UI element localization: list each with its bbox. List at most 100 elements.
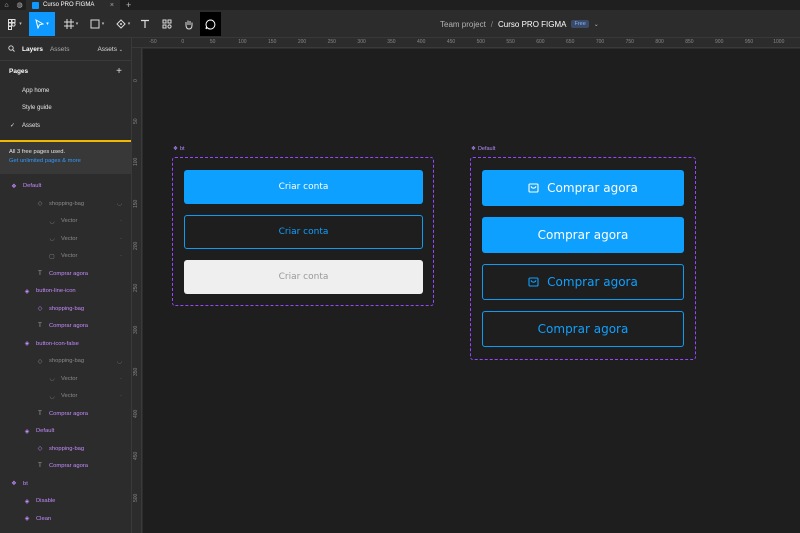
- comprar-agora-fill-icon-button[interactable]: Comprar agora: [482, 170, 684, 206]
- text-t-icon: [141, 19, 149, 28]
- layer-label: Comprar agora: [49, 410, 88, 417]
- resources-button[interactable]: [158, 12, 176, 36]
- ruler-tick-label: 50: [133, 118, 139, 124]
- layer-row[interactable]: T Comprar agora: [0, 458, 131, 476]
- button-label: Comprar agora: [537, 228, 629, 242]
- hand-tool-button[interactable]: [180, 12, 198, 36]
- bt-frame-name: bt: [179, 146, 185, 152]
- chevron-down-icon: ⌄: [118, 46, 123, 53]
- layer-row[interactable]: ▢ Vector ·: [0, 248, 131, 266]
- page-item[interactable]: ✓ Assets: [0, 117, 131, 135]
- horizontal-ruler: -50 0 50 100 150 200 250 300 350 400 450 500 550 600 6…: [132, 38, 800, 48]
- layer-visibility-icon[interactable]: ·: [120, 376, 122, 382]
- ruler-tick-label: 1000: [773, 39, 785, 45]
- layer-visibility-icon[interactable]: ◡: [117, 358, 122, 365]
- tab-assets[interactable]: Assets: [50, 46, 70, 53]
- ruler-tick-label: 800: [655, 39, 664, 45]
- ruler-tick-label: 0: [181, 39, 185, 45]
- ruler-tick-label: 450: [133, 451, 139, 460]
- breadcrumb-team[interactable]: Team project: [440, 20, 486, 29]
- comprar-agora-line-button[interactable]: Comprar agora: [482, 311, 684, 347]
- ruler-tick-label: 900: [715, 39, 724, 45]
- comprar-agora-line-icon-button[interactable]: Comprar agora: [482, 264, 684, 300]
- layer-row[interactable]: ◡ Vector ·: [0, 370, 131, 388]
- bt-frame-label[interactable]: ❖ bt: [173, 146, 185, 152]
- page-item[interactable]: Style guide: [0, 100, 131, 118]
- comprar-agora-fill-button[interactable]: Comprar agora: [482, 217, 684, 253]
- resources-grid-icon: [162, 19, 172, 29]
- criar-conta-line-button[interactable]: Criar conta: [184, 215, 423, 249]
- layer-visibility-icon[interactable]: ·: [120, 253, 122, 259]
- layer-label: Disable: [36, 498, 56, 505]
- move-tool-button[interactable]: ▾: [29, 12, 55, 36]
- chevron-down-icon[interactable]: ⌄: [594, 21, 599, 28]
- button-label: Criar conta: [278, 272, 329, 282]
- vector-icon: ◡: [49, 376, 55, 383]
- layer-row[interactable]: ◇ shopping-bag ◡: [0, 353, 131, 371]
- layer-row[interactable]: ◈ button-icon-false: [0, 335, 131, 353]
- home-icon[interactable]: ⌂: [0, 0, 13, 10]
- vector-icon: ◡: [49, 218, 55, 225]
- shopping-bag-icon: [528, 181, 539, 196]
- frame-tool-button[interactable]: ▾: [59, 12, 83, 36]
- layer-row[interactable]: ◡ Vector ·: [0, 230, 131, 248]
- default-frame-label[interactable]: ❖ Default: [471, 146, 495, 152]
- layer-visibility-icon[interactable]: ·: [120, 218, 122, 224]
- chevron-down-icon: ▾: [19, 21, 22, 27]
- file-tab-close-icon[interactable]: ×: [110, 2, 114, 9]
- assets-dropdown[interactable]: Assets ⌄: [97, 46, 123, 53]
- comment-tool-button[interactable]: [200, 12, 221, 36]
- pen-tool-button[interactable]: ▾: [111, 12, 135, 36]
- layer-visibility-icon[interactable]: ·: [120, 393, 122, 399]
- design-canvas[interactable]: ❖ bt Criar conta Criar conta Criar conta…: [143, 49, 800, 533]
- layer-row[interactable]: T Comprar agora: [0, 265, 131, 283]
- figma-menu-button[interactable]: ▾: [4, 12, 26, 36]
- upgrade-link[interactable]: Get unlimited pages & more: [9, 157, 122, 166]
- file-tab[interactable]: Curso PRO FIGMA ×: [26, 0, 120, 10]
- layer-row[interactable]: ◈ Default: [0, 423, 131, 441]
- layer-label: Comprar agora: [49, 463, 88, 470]
- shape-tool-button[interactable]: ▾: [85, 12, 109, 36]
- globe-icon[interactable]: ◍: [13, 0, 26, 10]
- layer-row[interactable]: TCriar conta: [0, 528, 131, 533]
- component-set-icon: ❖: [11, 481, 17, 488]
- layer-row[interactable]: ◇ shopping-bag: [0, 440, 131, 458]
- layer-row[interactable]: ◈ button-line-icon: [0, 283, 131, 301]
- layer-row[interactable]: ◈ Clean: [0, 510, 131, 528]
- criar-conta-disabled-button[interactable]: Criar conta: [184, 260, 423, 294]
- layer-row[interactable]: ◡ Vector ·: [0, 388, 131, 406]
- tab-layers[interactable]: Layers: [22, 46, 43, 53]
- ruler-tick-label: 500: [133, 493, 139, 502]
- criar-conta-fill-button[interactable]: Criar conta: [184, 170, 423, 204]
- default-component-set[interactable]: Comprar agora Comprar agora Comprar agor…: [470, 157, 696, 360]
- layer-row[interactable]: ◇ shopping-bag ◡: [0, 195, 131, 213]
- layer-label: button-icon-false: [36, 340, 79, 347]
- pages-limit-banner: All 3 free pages used. Get unlimited pag…: [0, 139, 131, 174]
- layer-row[interactable]: ◡ Vector ·: [0, 213, 131, 231]
- layer-row[interactable]: ◇ shopping-bag: [0, 300, 131, 318]
- layer-row[interactable]: ◈ Disable: [0, 493, 131, 511]
- layer-label: Comprar agora: [49, 323, 88, 330]
- search-icon[interactable]: [8, 44, 15, 54]
- ruler-tick-label: 150: [133, 199, 139, 208]
- new-tab-button[interactable]: +: [126, 0, 131, 10]
- rectangle-layer-icon: ▢: [49, 253, 55, 260]
- checkmark-icon: ✓: [10, 123, 16, 130]
- text-tool-button[interactable]: [137, 12, 153, 36]
- ruler-tick-label: 400: [133, 409, 139, 418]
- layer-row[interactable]: T Comprar agora: [0, 318, 131, 336]
- page-item[interactable]: App home: [0, 82, 131, 100]
- breadcrumb-file-name[interactable]: Curso PRO FIGMA: [498, 20, 566, 29]
- bt-component-set[interactable]: Criar conta Criar conta Criar conta: [172, 157, 434, 306]
- shopping-bag-icon: [528, 275, 539, 290]
- layer-visibility-icon[interactable]: ◡: [117, 200, 122, 207]
- layer-row[interactable]: ❖ Default: [0, 178, 131, 196]
- layer-visibility-icon[interactable]: ·: [120, 236, 122, 242]
- layer-row[interactable]: T Comprar agora: [0, 405, 131, 423]
- layer-row[interactable]: ❖ bt: [0, 475, 131, 493]
- add-page-icon[interactable]: +: [116, 66, 122, 77]
- pages-header: Pages +: [0, 60, 131, 82]
- page-item-label: Style guide: [22, 105, 52, 112]
- chevron-down-icon: ▾: [127, 21, 131, 27]
- layer-label: bt: [23, 480, 28, 487]
